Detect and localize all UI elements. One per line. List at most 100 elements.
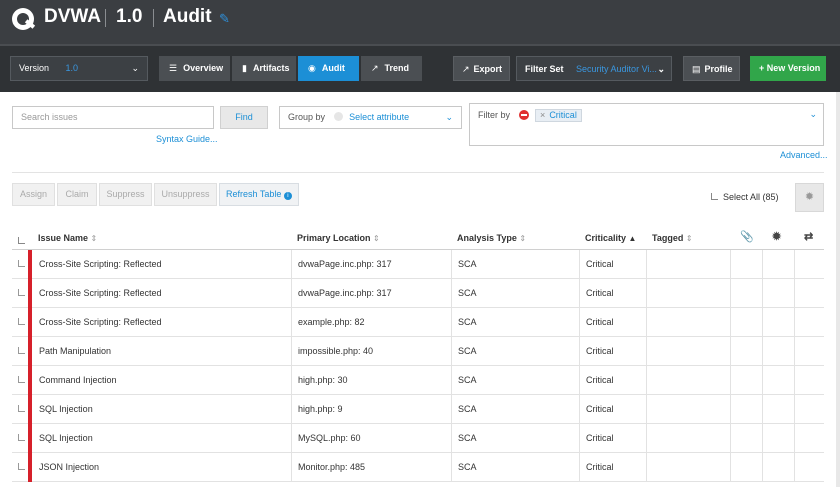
critical-indicator — [28, 279, 32, 308]
column-divider — [762, 424, 763, 453]
criticality-cell: Critical — [586, 433, 614, 443]
criticality-cell: Critical — [586, 462, 614, 472]
table-row[interactable]: Command Injection high.php: 30 SCA Criti… — [12, 366, 824, 395]
table-row[interactable]: SQL Injection high.php: 9 SCA Critical — [12, 395, 824, 424]
chevron-down-icon[interactable]: ⌄ — [809, 109, 817, 120]
row-checkbox[interactable] — [18, 376, 25, 383]
issue-name-cell: Cross-Site Scripting: Reflected — [39, 259, 162, 269]
column-divider — [291, 366, 292, 395]
criticality-cell: Critical — [586, 375, 614, 385]
column-divider — [579, 279, 580, 308]
header-checkbox[interactable] — [18, 236, 30, 246]
suppress-button[interactable]: Suppress — [99, 183, 152, 206]
column-divider — [762, 337, 763, 366]
column-criticality[interactable]: Criticality ▲ — [585, 233, 636, 243]
tab-artifacts[interactable]: ▮ Artifacts — [232, 56, 297, 81]
column-divider — [291, 308, 292, 337]
attachment-icon: 📎 — [740, 231, 754, 243]
column-divider — [646, 250, 647, 279]
column-divider — [291, 453, 292, 482]
export-button[interactable]: ↗ Export — [453, 56, 510, 81]
search-input[interactable]: Search issues — [12, 106, 214, 129]
location-cell: Monitor.php: 485 — [298, 462, 366, 472]
column-divider — [794, 250, 795, 279]
critical-indicator — [28, 337, 32, 366]
tab-audit-label: Audit — [321, 63, 345, 73]
table-row[interactable]: SQL Injection MySQL.php: 60 SCA Critical — [12, 424, 824, 453]
column-analysis-type[interactable]: Analysis Type ⇕ — [457, 233, 526, 243]
assign-button[interactable]: Assign — [12, 183, 55, 206]
bug-icon: ✹ — [804, 191, 815, 203]
column-divider — [291, 395, 292, 424]
version-select-value: 1.0 — [65, 63, 79, 73]
row-checkbox[interactable] — [18, 434, 25, 441]
table-row[interactable]: Path Manipulation impossible.php: 40 SCA… — [12, 337, 824, 366]
sort-icon: ⇕ — [373, 234, 380, 243]
group-by-select[interactable]: Group by Select attribute ⌄ — [279, 106, 462, 129]
row-checkbox[interactable] — [18, 260, 25, 267]
sort-asc-icon: ▲ — [628, 234, 637, 243]
version-select[interactable]: Version 1.0 ⌄ — [10, 56, 148, 81]
location-cell: impossible.php: 40 — [298, 346, 374, 356]
column-divider — [794, 424, 795, 453]
select-all-checkbox[interactable]: Select All (85) — [711, 192, 779, 202]
page-title: Audit — [163, 6, 212, 27]
export-icon: ↗ — [462, 64, 470, 74]
column-divider — [730, 453, 731, 482]
row-checkbox[interactable] — [18, 347, 25, 354]
filter-set-select[interactable]: Filter Set Security Auditor Vi... ⌄ — [516, 56, 672, 81]
select-all-label: Select All (85) — [723, 192, 779, 202]
column-divider — [451, 308, 452, 337]
table-row[interactable]: JSON Injection Monitor.php: 485 SCA Crit… — [12, 453, 824, 482]
row-checkbox[interactable] — [18, 463, 25, 470]
claim-button[interactable]: Claim — [57, 183, 97, 206]
profile-button[interactable]: ▤ Profile — [683, 56, 740, 81]
column-analysis-type-label: Analysis Type — [457, 233, 517, 243]
table-row[interactable]: Cross-Site Scripting: Reflected example.… — [12, 308, 824, 337]
filter-by-label: Filter by — [478, 110, 511, 120]
row-checkbox[interactable] — [18, 318, 25, 325]
remove-tag-icon[interactable]: × — [540, 110, 545, 120]
syntax-guide-link[interactable]: Syntax Guide... — [156, 134, 218, 144]
column-divider — [579, 424, 580, 453]
unsuppress-button[interactable]: Unsuppress — [154, 183, 217, 206]
column-issue-name[interactable]: Issue Name ⇕ — [38, 233, 97, 243]
title-bar: DVWA 1.0 Audit ✎ — [0, 0, 840, 44]
column-divider — [291, 424, 292, 453]
new-version-button[interactable]: + New Version — [750, 56, 826, 81]
column-primary-location[interactable]: Primary Location ⇕ — [297, 233, 380, 243]
column-tagged[interactable]: Tagged ⇕ — [652, 233, 693, 243]
table-row[interactable]: Cross-Site Scripting: Reflected dvwaPage… — [12, 279, 824, 308]
find-button[interactable]: Find — [220, 106, 268, 129]
advanced-link[interactable]: Advanced... — [780, 150, 828, 160]
column-divider — [291, 250, 292, 279]
bug-button[interactable]: ✹ — [795, 183, 824, 212]
refresh-table-button[interactable]: Refresh Table i — [219, 183, 299, 206]
location-cell: dvwaPage.inc.php: 317 — [298, 288, 392, 298]
column-divider — [762, 395, 763, 424]
column-divider — [646, 453, 647, 482]
page-scrollbar[interactable] — [836, 92, 840, 487]
sort-icon: ⇕ — [90, 234, 98, 243]
table-row[interactable]: Cross-Site Scripting: Reflected dvwaPage… — [12, 250, 824, 279]
row-checkbox[interactable] — [18, 405, 25, 412]
tab-overview[interactable]: ☰ Overview — [159, 56, 231, 81]
filter-by-box[interactable]: Filter by × Critical ⌄ — [469, 103, 824, 146]
issue-name-cell: SQL Injection — [39, 404, 93, 414]
column-divider — [794, 395, 795, 424]
edit-pencil-icon[interactable]: ✎ — [219, 11, 230, 27]
critical-indicator — [28, 395, 32, 424]
column-divider — [579, 308, 580, 337]
bug-icon: ✹ — [772, 231, 782, 243]
tab-trend[interactable]: ↗ Trend — [361, 56, 423, 81]
tab-audit[interactable]: ◉ Audit — [298, 56, 360, 81]
column-divider — [762, 453, 763, 482]
filter-tag[interactable]: × Critical — [535, 109, 582, 122]
issue-name-cell: Cross-Site Scripting: Reflected — [39, 288, 162, 298]
group-by-value: Select attribute — [349, 112, 410, 122]
location-cell: MySQL.php: 60 — [298, 433, 361, 443]
row-checkbox[interactable] — [18, 289, 25, 296]
critical-indicator — [28, 308, 32, 337]
issue-name-cell: JSON Injection — [39, 462, 100, 472]
column-divider — [451, 395, 452, 424]
